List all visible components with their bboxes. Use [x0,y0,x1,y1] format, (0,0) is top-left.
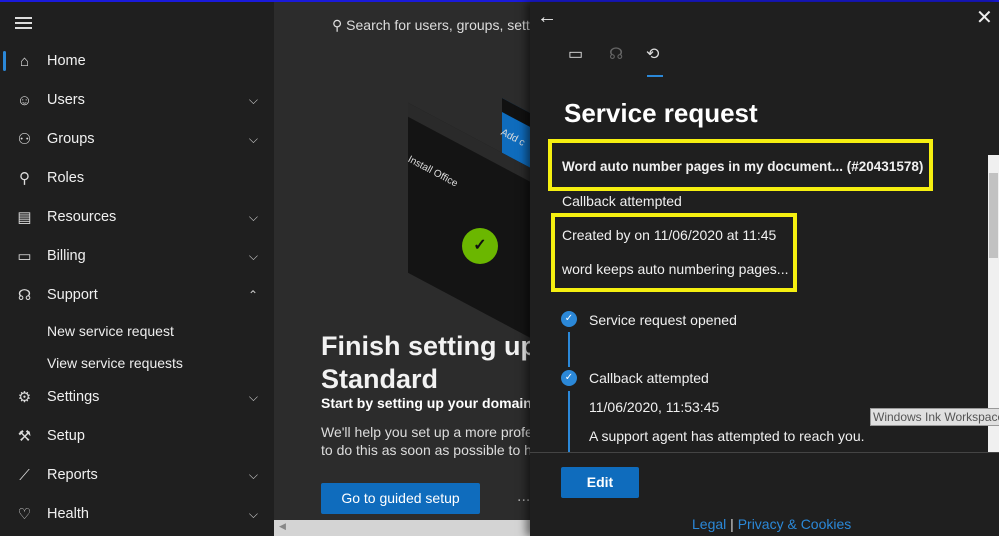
timeline-line [568,332,570,367]
timeline-event-label: Service request opened [589,312,737,328]
nav-support[interactable]: ☊ Support ⌃ [0,277,274,313]
edit-button[interactable]: Edit [561,467,639,498]
setup-title: Finish setting up Standard [321,330,530,396]
nav-users[interactable]: ☺ Users ⌵ [0,82,274,118]
chevron-down-icon: ⌵ [248,467,258,482]
nav-setup[interactable]: ⚒ Setup [0,418,274,454]
nav-label: Home [47,53,86,69]
request-description: word keeps auto numbering pages... [562,261,789,277]
setup-subtitle: Start by setting up your domain [321,395,530,411]
guided-setup-button[interactable]: Go to guided setup [321,483,480,514]
main-content: ⚲ Search for users, groups, sett Add c I… [274,2,530,536]
home-icon: ⌂ [19,52,30,70]
chevron-down-icon: ⌵ [248,131,258,146]
nav-reports[interactable]: ⟋ Reports ⌵ [0,457,274,493]
chevron-down-icon: ⌵ [248,248,258,263]
nav-label: Billing [47,248,86,264]
panel-title: Service request [564,98,758,128]
user-icon: ☺ [16,91,33,109]
nav-view-service-requests[interactable]: View service requests [47,355,183,371]
desc-line: We'll help you set up a more profes [321,424,530,440]
hamburger-menu-icon[interactable] [15,17,32,29]
chevron-down-icon: ⌵ [248,506,258,521]
created-info: Created by on 11/06/2020 at 11:45 [562,227,777,243]
highlight-box [551,213,797,292]
nav-label: Groups [47,131,95,147]
scroll-left-icon[interactable]: ◀ [279,521,286,532]
setup-description: We'll help you set up a more profes to do… [321,423,530,459]
more-options-button[interactable]: ... [517,488,530,506]
chat-icon[interactable]: ▭ [568,44,583,64]
chevron-down-icon: ⌵ [248,209,258,224]
chevron-down-icon: ⌵ [248,92,258,107]
timeline-line [568,391,570,452]
scrollbar-thumb[interactable] [989,173,998,258]
legal-link[interactable]: Legal [692,516,726,532]
desc-line: to do this as soon as possible to he [321,442,530,458]
title-line: Standard [321,364,439,394]
headset-icon: ☊ [17,287,32,304]
billing-icon: ▭ [17,248,32,265]
back-arrow-icon[interactable]: ← [537,6,557,29]
check-circle-icon: ✓ [561,311,577,327]
nav-groups[interactable]: ⚇ Groups ⌵ [0,121,274,157]
nav-billing[interactable]: ▭ Billing ⌵ [0,238,274,274]
nav-roles[interactable]: ⚲ Roles [0,160,274,196]
chevron-up-icon: ⌃ [247,288,258,302]
privacy-link[interactable]: Privacy & Cookies [738,516,852,532]
sidebar: ⌂ Home ☺ Users ⌵ ⚇ Groups ⌵ ⚲ Roles ▤ Resources… [0,2,274,536]
chart-icon: ⟋ [19,466,30,484]
check-circle-icon: ✓ [561,370,577,386]
roles-icon: ⚲ [19,170,30,187]
nav-label: Reports [47,467,98,483]
nav-label: Roles [47,170,85,186]
tooltip: Windows Ink Workspace [870,408,999,426]
chevron-down-icon: ⌵ [248,389,258,404]
heart-icon: ♡ [17,506,32,523]
nav-label: Setup [47,428,85,444]
check-icon: ✓ [462,228,498,264]
wrench-icon: ⚒ [17,428,32,445]
separator: | [730,516,734,532]
divider [530,452,999,453]
nav-label: Users [47,92,85,108]
horizontal-scrollbar[interactable]: ◀ [274,520,530,536]
timeline-event-detail: A support agent has attempted to reach y… [589,428,865,444]
nav-home[interactable]: ⌂ Home [0,43,274,79]
gear-icon: ⚙ [17,389,32,406]
timeline-event-time: 11/06/2020, 11:53:45 [589,399,720,415]
nav-resources[interactable]: ▤ Resources ⌵ [0,199,274,235]
active-tab-indicator [647,75,663,77]
groups-icon: ⚇ [17,131,32,148]
history-icon[interactable]: ⟲ [646,44,659,64]
nav-label: Settings [47,389,100,405]
search-icon: ⚲ [332,17,343,33]
close-icon[interactable]: ✕ [976,5,993,30]
footer-links: Legal | Privacy & Cookies [692,516,851,532]
search-box[interactable]: ⚲ Search for users, groups, sett [332,17,530,34]
search-placeholder: Search for users, groups, sett [346,17,530,33]
nav-health[interactable]: ♡ Health ⌵ [0,496,274,532]
nav-label: Support [47,287,98,303]
headset-icon[interactable]: ☊ [609,44,623,64]
nav-settings[interactable]: ⚙ Settings ⌵ [0,379,274,415]
nav-label: Health [47,506,89,522]
resources-icon: ▤ [17,209,32,226]
service-request-panel: ← ✕ ▭ ☊ ⟲ Service request Word auto numb… [530,2,999,536]
timeline-event-label: Callback attempted [589,370,709,386]
nav-new-service-request[interactable]: New service request [47,323,174,339]
nav-label: Resources [47,209,117,225]
request-status: Callback attempted [562,193,682,209]
request-title: Word auto number pages in my document...… [562,159,924,174]
title-line: Finish setting up [321,331,530,361]
